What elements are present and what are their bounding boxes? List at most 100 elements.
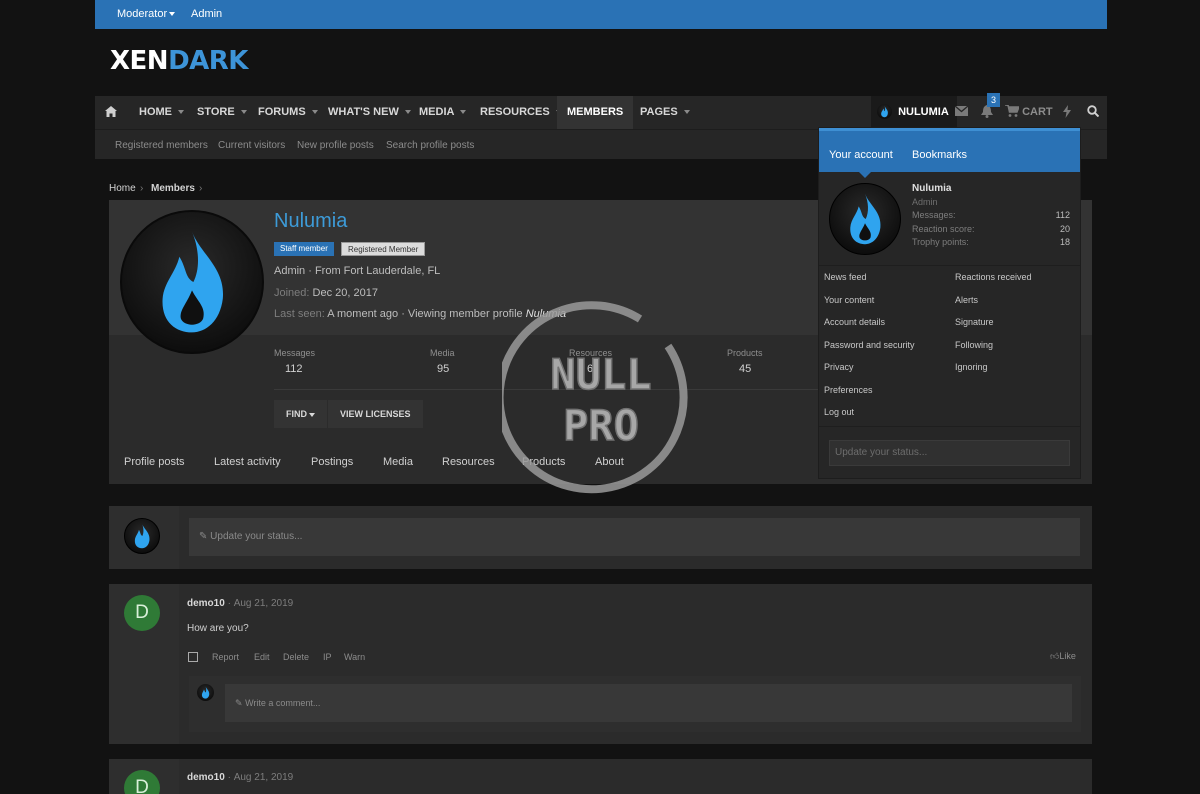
tab-latest-activity[interactable]: Latest activity <box>214 456 281 468</box>
nav-whats-new[interactable]: WHAT'S NEW <box>328 96 411 129</box>
staff-bar: Moderator Admin <box>95 0 1107 29</box>
find-button[interactable]: FIND <box>274 400 327 428</box>
envelope-icon[interactable] <box>954 96 969 129</box>
status-input[interactable]: ✎ Update your status... <box>189 518 1080 556</box>
tab-postings[interactable]: Postings <box>311 456 353 468</box>
flame-icon <box>162 231 224 333</box>
account-reaction-label: Reaction score: <box>912 224 975 234</box>
tab-products[interactable]: Products <box>522 456 565 468</box>
post-author-avatar[interactable]: D <box>124 595 160 631</box>
nav-pages[interactable]: PAGES <box>640 96 690 129</box>
menu-account-details[interactable]: Account details <box>824 317 885 327</box>
comment-input[interactable]: ✎ Write a comment... <box>225 684 1072 722</box>
tab-your-account[interactable]: Your account <box>829 149 893 161</box>
account-avatar[interactable] <box>829 183 901 255</box>
stat-products-value[interactable]: 45 <box>739 363 751 375</box>
tab-profile-posts[interactable]: Profile posts <box>124 456 185 468</box>
nav-forums[interactable]: FORUMS <box>258 96 318 129</box>
menu-preferences[interactable]: Preferences <box>824 385 873 395</box>
cart-link[interactable]: CART <box>1005 96 1053 129</box>
menu-following[interactable]: Following <box>955 340 993 350</box>
post-date: Aug 21, 2019 <box>233 772 294 783</box>
divider <box>819 265 1080 266</box>
stat-resources-value[interactable]: 6 <box>587 363 593 375</box>
menu-alerts[interactable]: Alerts <box>955 295 978 305</box>
tab-about[interactable]: About <box>595 456 624 468</box>
search-icon[interactable] <box>1087 96 1100 129</box>
staff-badge: Staff member <box>274 242 334 256</box>
home-icon[interactable] <box>105 96 117 129</box>
post-author[interactable]: demo10 · Aug 21, 2019 <box>187 598 293 609</box>
tab-resources[interactable]: Resources <box>442 456 495 468</box>
delete-link[interactable]: Delete <box>283 652 309 662</box>
stat-messages-label: Messages <box>274 348 316 358</box>
stat-media-value[interactable]: 95 <box>437 363 449 375</box>
chevron-right-icon: › <box>199 183 203 194</box>
cart-icon <box>1005 104 1021 117</box>
account-messages-label: Messages: <box>912 210 956 220</box>
tab-bookmarks[interactable]: Bookmarks <box>912 149 967 161</box>
main-nav: HOME STORE FORUMS WHAT'S NEW MEDIA RESOU… <box>95 93 1107 129</box>
lightning-icon[interactable] <box>1063 96 1071 129</box>
menu-ignoring[interactable]: Ignoring <box>955 362 988 372</box>
profile-avatar[interactable] <box>120 210 264 354</box>
edit-link[interactable]: Edit <box>254 652 270 662</box>
moderator-menu[interactable]: Moderator <box>117 8 176 20</box>
profile-post: D demo10 · Aug 21, 2019 How are you? Rep… <box>109 584 1092 744</box>
view-licenses-button[interactable]: VIEW LICENSES <box>328 400 423 428</box>
account-username[interactable]: Nulumia <box>912 183 951 194</box>
nav-media[interactable]: MEDIA <box>419 96 467 129</box>
status-avatar <box>124 518 160 554</box>
tab-media[interactable]: Media <box>383 456 413 468</box>
account-role: Admin <box>912 197 938 207</box>
nav-resources[interactable]: RESOURCES <box>480 96 562 129</box>
admin-link[interactable]: Admin <box>191 8 222 20</box>
menu-signature[interactable]: Signature <box>955 317 994 327</box>
account-trophy-value: 18 <box>1059 237 1070 247</box>
flame-icon <box>201 686 210 699</box>
divider <box>819 426 1080 427</box>
nav-home[interactable]: HOME <box>139 96 184 129</box>
user-avatar <box>877 103 892 119</box>
page-wrapper: Moderator Admin XENDARK HOME STORE FORUM… <box>95 0 1107 794</box>
like-button[interactable]: 👍︎Like <box>1050 651 1076 662</box>
ip-link[interactable]: IP <box>323 652 332 662</box>
divider <box>274 389 819 390</box>
flame-icon <box>134 523 150 549</box>
stat-messages-value[interactable]: 112 <box>285 363 303 375</box>
menu-status-input[interactable]: Update your status... <box>829 440 1070 466</box>
subnav-new-profile-posts[interactable]: New profile posts <box>297 140 374 151</box>
chevron-down-icon <box>309 412 315 417</box>
report-link[interactable]: Report <box>212 652 239 662</box>
warn-link[interactable]: Warn <box>344 652 365 662</box>
site-logo[interactable]: XENDARK <box>110 46 248 76</box>
comment-box: ✎ Write a comment... <box>189 676 1081 732</box>
chevron-down-icon <box>311 110 318 115</box>
menu-reactions-received[interactable]: Reactions received <box>955 272 1032 282</box>
status-update-box: ✎ Update your status... <box>109 506 1092 569</box>
menu-privacy[interactable]: Privacy <box>824 362 854 372</box>
nav-members[interactable]: MEMBERS <box>557 96 634 129</box>
pencil-icon: ✎ <box>199 531 208 542</box>
select-checkbox[interactable] <box>188 652 198 662</box>
account-messages-value: 112 <box>1055 210 1070 220</box>
alerts-count-badge: 3 <box>987 93 1000 107</box>
subnav-registered-members[interactable]: Registered members <box>115 140 208 151</box>
breadcrumb-home[interactable]: Home <box>109 183 136 194</box>
chevron-right-icon: › <box>140 183 144 194</box>
subnav-search-profile-posts[interactable]: Search profile posts <box>386 140 474 151</box>
nav-store[interactable]: STORE <box>197 96 247 129</box>
tab-indicator <box>859 172 871 178</box>
account-menu-button[interactable]: NULUMIA <box>871 96 957 129</box>
menu-your-content[interactable]: Your content <box>824 295 874 305</box>
profile-username: Nulumia <box>274 210 348 232</box>
profile-post: D demo10 · Aug 21, 2019 <box>109 759 1092 794</box>
chevron-down-icon <box>460 110 467 115</box>
menu-log-out[interactable]: Log out <box>824 407 854 417</box>
menu-password-security[interactable]: Password and security <box>824 340 915 350</box>
breadcrumb-members[interactable]: Members <box>151 183 195 194</box>
menu-news-feed[interactable]: News feed <box>824 272 867 282</box>
post-author[interactable]: demo10 · Aug 21, 2019 <box>187 772 293 783</box>
subnav-current-visitors[interactable]: Current visitors <box>218 140 285 151</box>
stat-media-label: Media <box>430 348 455 358</box>
